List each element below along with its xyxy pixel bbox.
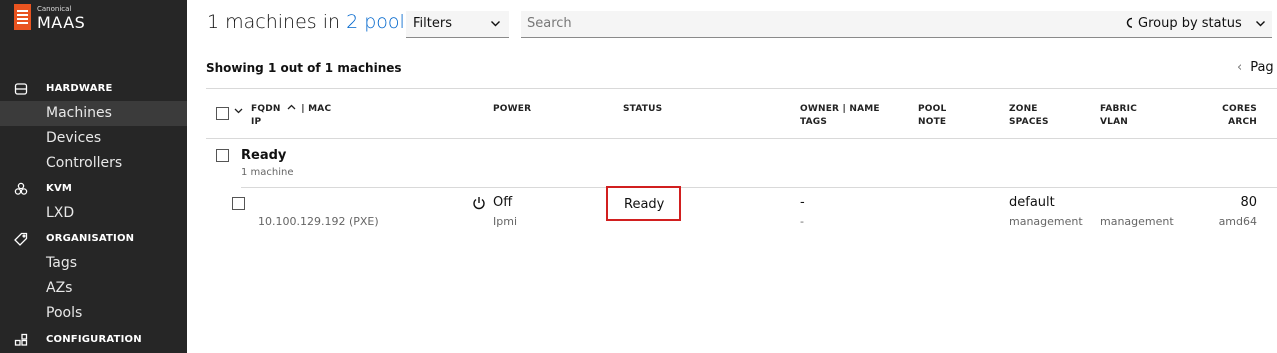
sidebar-section-label: CONFIGURATION bbox=[46, 334, 142, 345]
sidebar-section-kvm: KVM bbox=[0, 180, 187, 200]
pool-label: POOL bbox=[918, 104, 947, 114]
zone-value[interactable]: default bbox=[1009, 195, 1055, 210]
status-label: STATUS bbox=[623, 104, 663, 114]
cores-label: CORES bbox=[1222, 104, 1257, 114]
machine-count-summary: Showing 1 out of 1 machines bbox=[206, 61, 402, 75]
column-header-power[interactable]: POWER bbox=[493, 103, 531, 116]
maas-logo-icon bbox=[14, 4, 31, 30]
fabric-label: FABRIC bbox=[1100, 104, 1138, 114]
divider bbox=[206, 138, 1277, 139]
select-all-checkbox[interactable] bbox=[216, 107, 229, 120]
spaces-label: SPACES bbox=[1009, 117, 1049, 127]
sidebar-item-azs[interactable]: AZs bbox=[0, 276, 187, 301]
group-title: Ready bbox=[241, 148, 287, 163]
machine-checkbox[interactable] bbox=[232, 197, 245, 210]
pools-link[interactable]: 2 pools bbox=[346, 11, 415, 33]
sidebar-section-hardware: HARDWARE bbox=[0, 80, 187, 100]
owner-label: OWNER | NAME bbox=[800, 104, 880, 114]
group-by-label: Group by status bbox=[1138, 16, 1242, 31]
sidebar-item-lxd[interactable]: LXD bbox=[0, 201, 187, 226]
vlan-value: management bbox=[1100, 215, 1174, 228]
sidebar-section-label: KVM bbox=[46, 183, 73, 194]
page-title: 1 machines in 2 pools bbox=[207, 11, 415, 33]
cores-value: 80 bbox=[1240, 195, 1257, 210]
filters-label: Filters bbox=[413, 16, 452, 31]
sidebar: Canonical MAAS HARDWARE Machines Devices… bbox=[0, 0, 187, 353]
power-state: Off bbox=[493, 195, 513, 210]
column-header-owner[interactable]: OWNER | NAME TAGS bbox=[800, 103, 880, 129]
sort-ascending-icon[interactable] bbox=[287, 103, 296, 111]
mac-label: | MAC bbox=[301, 104, 332, 114]
logo-company: Canonical bbox=[37, 5, 72, 13]
group-checkbox[interactable] bbox=[216, 149, 229, 162]
owner-value: - bbox=[800, 195, 805, 210]
chevron-left-icon[interactable]: ‹ bbox=[1237, 60, 1242, 75]
tags-value: - bbox=[800, 215, 804, 228]
chevron-down-icon bbox=[1256, 21, 1265, 27]
sidebar-item-pools[interactable]: Pools bbox=[0, 301, 187, 326]
column-header-fqdn[interactable]: FQDN | MAC IP bbox=[251, 103, 331, 129]
column-header-fabric[interactable]: FABRIC VLAN bbox=[1100, 103, 1137, 129]
sidebar-item-label: Pools bbox=[46, 305, 83, 321]
chevron-down-icon bbox=[491, 21, 500, 27]
main-content: 1 machines in 2 pools Filters Search Gro… bbox=[187, 0, 1277, 353]
search-input[interactable]: Search bbox=[521, 11, 1146, 38]
sidebar-item-devices[interactable]: Devices bbox=[0, 126, 187, 151]
sidebar-section-label: ORGANISATION bbox=[46, 233, 135, 244]
ip-label: IP bbox=[251, 117, 262, 127]
hardware-icon bbox=[14, 83, 28, 95]
sidebar-item-controllers[interactable]: Controllers bbox=[0, 151, 187, 176]
power-label: POWER bbox=[493, 104, 532, 114]
divider bbox=[206, 88, 1277, 89]
logo-product: MAAS bbox=[37, 13, 86, 32]
machine-ip: 10.100.129.192 (PXE) bbox=[258, 215, 379, 228]
group-count: 1 machine bbox=[241, 167, 294, 178]
column-header-cores[interactable]: CORES ARCH bbox=[1217, 103, 1257, 129]
chevron-down-icon[interactable] bbox=[234, 106, 243, 115]
sidebar-section-configuration: CONFIGURATION bbox=[0, 331, 187, 351]
column-header-zone[interactable]: ZONE SPACES bbox=[1009, 103, 1049, 129]
tags-label: TAGS bbox=[800, 117, 828, 127]
power-type: Ipmi bbox=[493, 215, 517, 228]
arch-label: ARCH bbox=[1228, 117, 1257, 127]
column-header-status[interactable]: STATUS bbox=[623, 103, 662, 116]
note-label: NOTE bbox=[918, 117, 947, 127]
sidebar-item-label: LXD bbox=[46, 205, 75, 221]
column-header-pool[interactable]: POOL NOTE bbox=[918, 103, 946, 129]
sidebar-item-machines[interactable]: Machines bbox=[0, 101, 187, 126]
power-icon[interactable] bbox=[472, 196, 486, 210]
sidebar-item-label: AZs bbox=[46, 280, 73, 296]
zone-label: ZONE bbox=[1009, 104, 1038, 114]
status-highlight[interactable]: Ready bbox=[606, 186, 681, 221]
arch-value: amd64 bbox=[1218, 215, 1257, 228]
machine-status: Ready bbox=[624, 197, 665, 212]
sidebar-item-tags[interactable]: Tags bbox=[0, 251, 187, 276]
divider bbox=[241, 187, 1277, 188]
sidebar-item-label: Controllers bbox=[46, 155, 123, 171]
maas-logo[interactable]: Canonical MAAS bbox=[14, 4, 94, 34]
pagination-label: Pag bbox=[1250, 60, 1274, 75]
pagination[interactable]: ‹ Pag bbox=[1237, 60, 1274, 75]
vlan-label: VLAN bbox=[1100, 117, 1128, 127]
sidebar-section-organisation: ORGANISATION bbox=[0, 230, 187, 250]
page-title-text: 1 machines in bbox=[207, 11, 347, 33]
configuration-icon bbox=[14, 333, 28, 346]
filters-dropdown[interactable]: Filters bbox=[406, 11, 509, 38]
sidebar-section-label: HARDWARE bbox=[46, 83, 113, 94]
fqdn-label: FQDN bbox=[251, 104, 281, 114]
kvm-icon bbox=[14, 182, 28, 195]
sidebar-item-label: Machines bbox=[46, 105, 112, 121]
sidebar-item-label: Devices bbox=[46, 130, 102, 146]
sidebar-item-label: Tags bbox=[46, 255, 77, 271]
group-by-dropdown[interactable]: Group by status bbox=[1132, 11, 1272, 38]
tag-icon bbox=[14, 232, 28, 246]
spaces-value: management bbox=[1009, 215, 1083, 228]
search-placeholder: Search bbox=[527, 16, 572, 31]
